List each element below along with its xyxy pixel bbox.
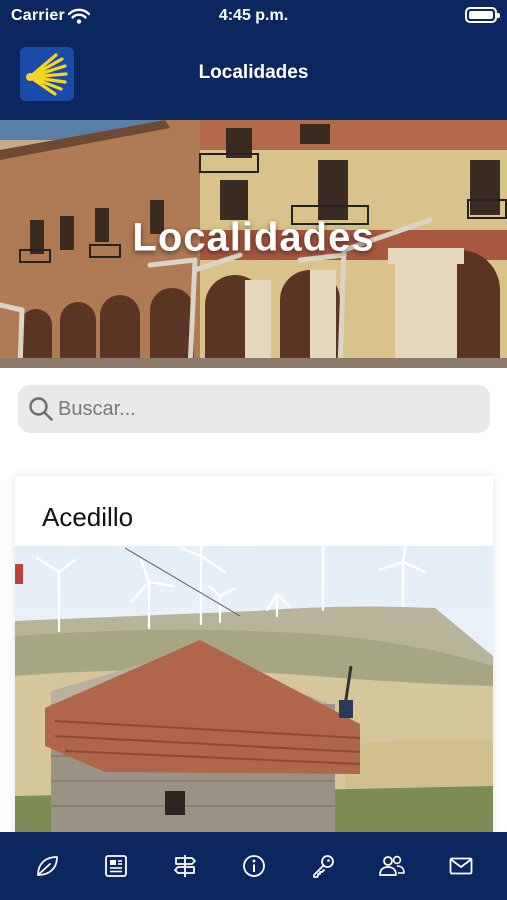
info-icon [242, 855, 265, 877]
tab-routes[interactable] [171, 852, 199, 880]
tab-info[interactable] [240, 852, 268, 880]
signpost-icon [173, 855, 196, 877]
key-icon [312, 855, 334, 878]
status-bar: Carrier 4:45 p.m. [0, 0, 507, 32]
page-title: Localidades [198, 62, 309, 83]
search-icon [28, 396, 54, 427]
battery-icon [465, 7, 500, 23]
hero-title: Localidades [132, 215, 375, 260]
list-item-title: Acedillo [42, 502, 134, 532]
list-item-photo [15, 546, 493, 836]
mail-icon [449, 857, 472, 875]
people-icon [378, 855, 405, 876]
top-header: Carrier 4:45 p.m. Localidades [0, 0, 507, 120]
leaf-icon [36, 856, 58, 876]
status-time: 4:45 p.m. [218, 7, 289, 24]
search-bar[interactable] [18, 385, 490, 433]
tab-community[interactable] [378, 852, 406, 880]
hero-banner: Localidades [0, 120, 507, 368]
tab-news[interactable] [102, 852, 130, 880]
tab-contact[interactable] [447, 852, 475, 880]
search-input[interactable] [58, 385, 478, 433]
newspaper-icon [104, 855, 127, 877]
tab-leaf[interactable] [33, 852, 61, 880]
tab-bar [0, 832, 507, 900]
tab-access[interactable] [309, 852, 337, 880]
list-item[interactable]: Acedillo [15, 476, 493, 836]
